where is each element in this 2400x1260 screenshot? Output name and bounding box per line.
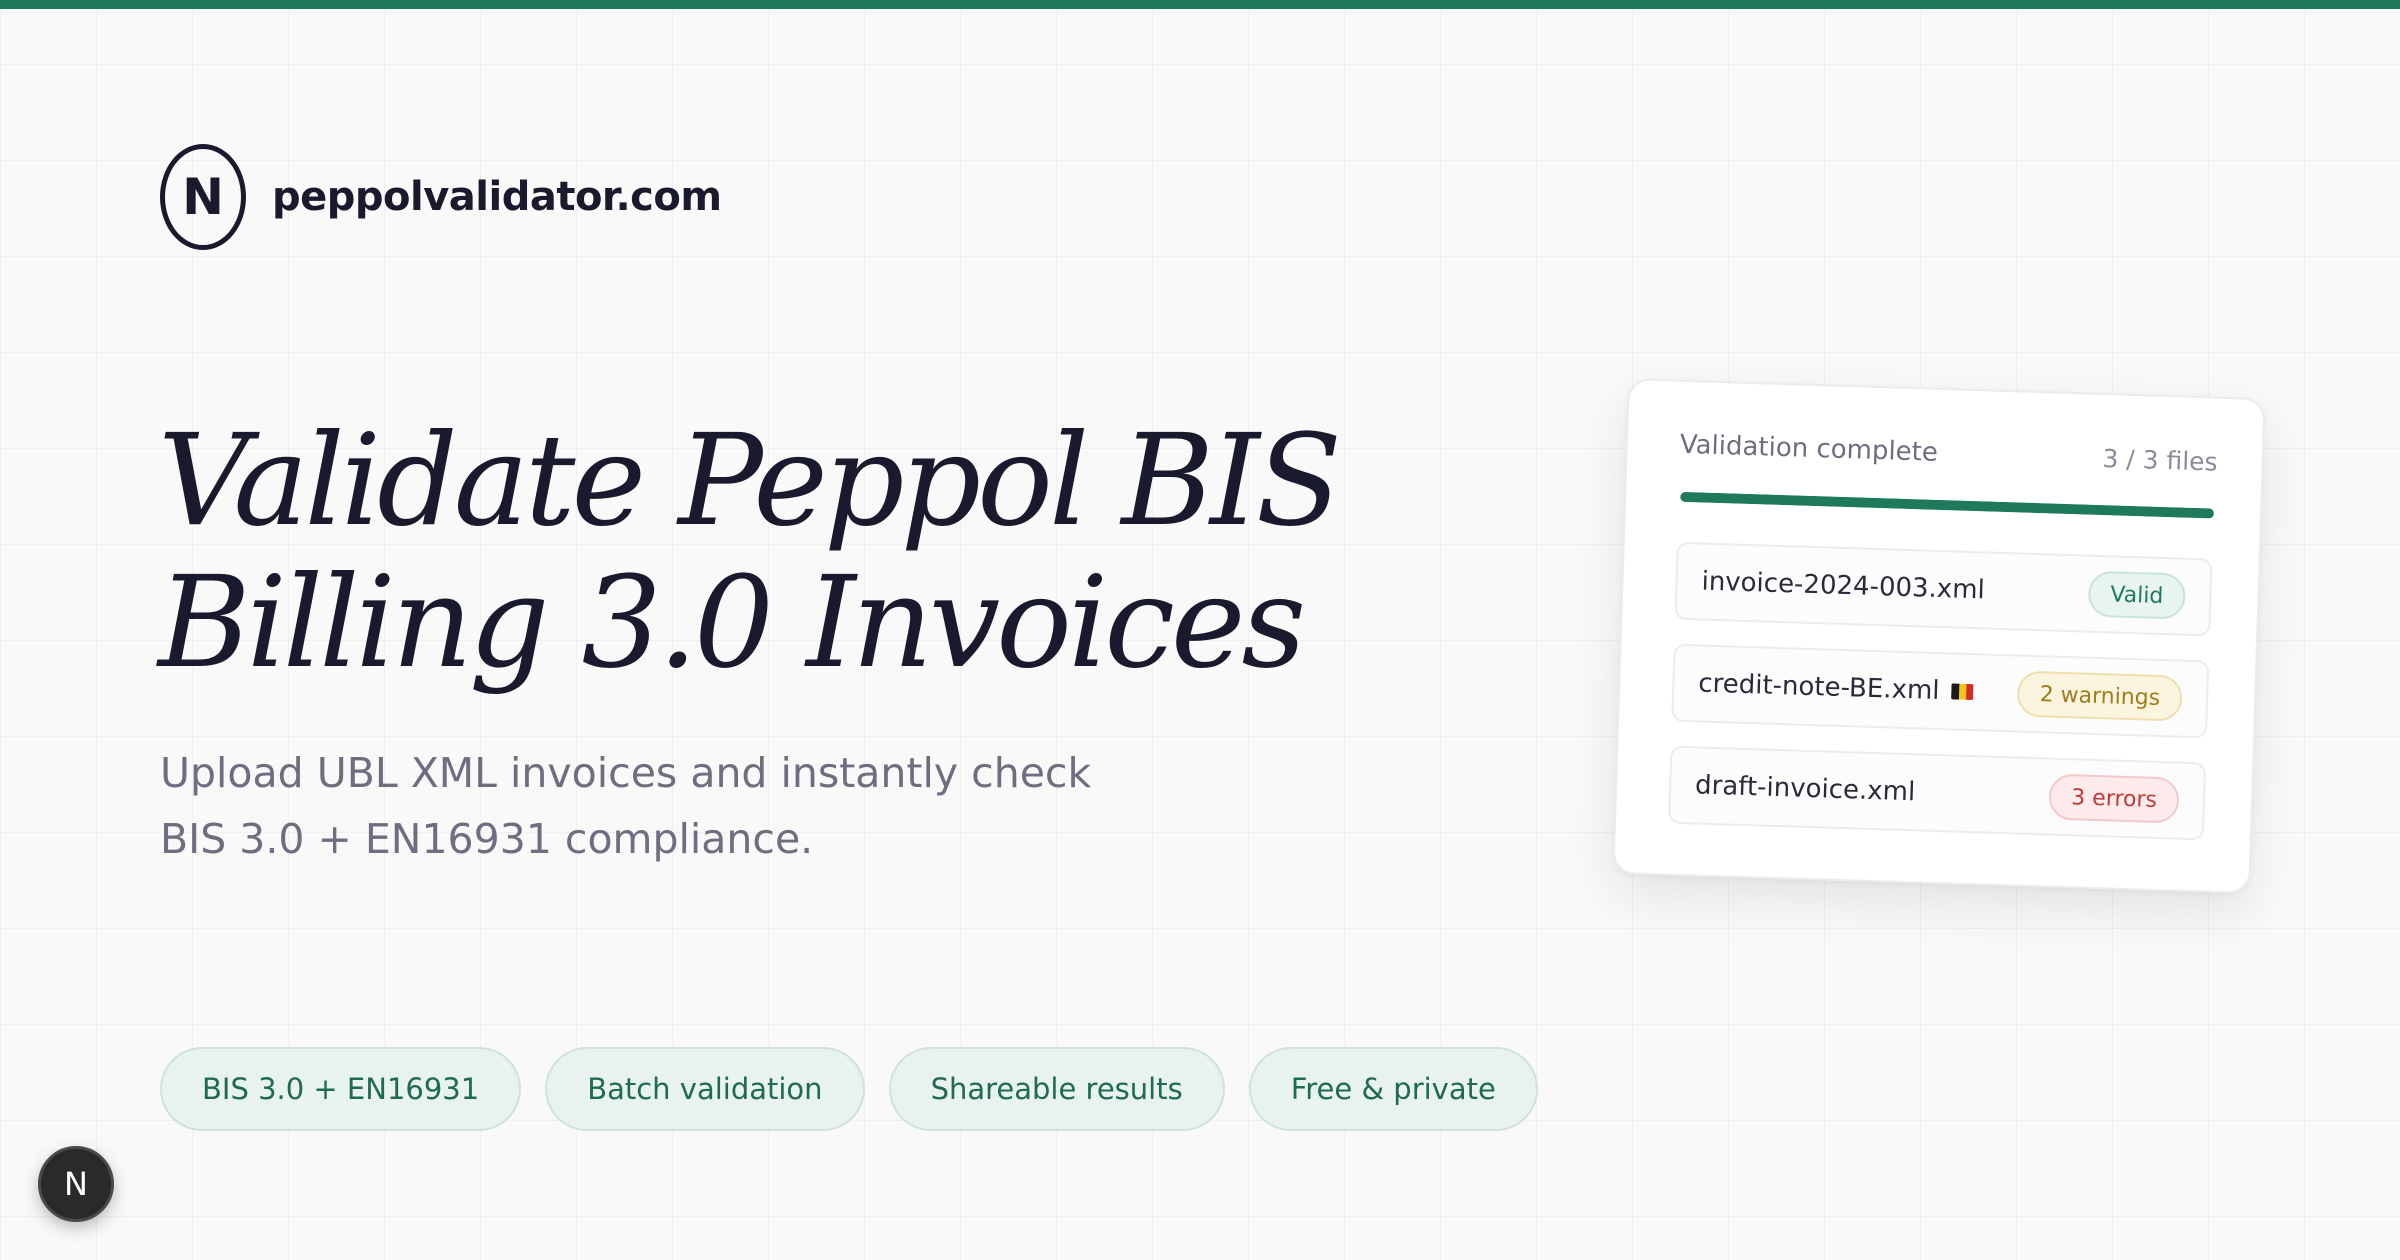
feature-pill-standards[interactable]: BIS 3.0 + EN16931 bbox=[160, 1047, 522, 1131]
status-badge-valid: Valid bbox=[2087, 570, 2187, 620]
feature-pill-batch[interactable]: Batch validation bbox=[545, 1047, 865, 1131]
file-row[interactable]: credit-note-BE.xml 2 warnings bbox=[1671, 643, 2210, 739]
brand-logo-letter: N bbox=[182, 168, 224, 226]
hero-subtitle-line-2: BIS 3.0 + EN16931 compliance. bbox=[160, 815, 814, 863]
brand-name: peppolvalidator.com bbox=[272, 174, 722, 220]
floating-n-icon: N bbox=[64, 1165, 88, 1203]
feature-pills: BIS 3.0 + EN16931 Batch validation Share… bbox=[160, 1047, 1538, 1131]
feature-pill-shareable[interactable]: Shareable results bbox=[888, 1047, 1225, 1131]
hero-subtitle-line-1: Upload UBL XML invoices and instantly ch… bbox=[160, 749, 1092, 797]
file-row[interactable]: draft-invoice.xml 3 errors bbox=[1667, 745, 2207, 841]
file-name: invoice-2024-003.xml bbox=[1701, 566, 1986, 606]
validation-card-title: Validation complete bbox=[1679, 429, 1939, 468]
hero-subtitle: Upload UBL XML invoices and instantly ch… bbox=[160, 740, 1160, 872]
validation-progress-fill bbox=[1680, 491, 2215, 519]
status-badge-warning: 2 warnings bbox=[2016, 670, 2183, 722]
hero-title-line-2: Billing 3.0 Invoices bbox=[158, 549, 1306, 696]
validation-file-count: 3 / 3 files bbox=[2102, 443, 2219, 477]
file-name: draft-invoice.xml bbox=[1694, 770, 1916, 808]
status-badge-error: 3 errors bbox=[2048, 773, 2180, 824]
brand[interactable]: N peppolvalidator.com bbox=[160, 144, 722, 250]
floating-n-button[interactable]: N bbox=[38, 1146, 114, 1222]
validation-card: Validation complete 3 / 3 files invoice-… bbox=[1612, 378, 2266, 894]
file-row[interactable]: invoice-2024-003.xml Valid bbox=[1674, 541, 2213, 637]
validation-progress-bar bbox=[1680, 491, 2215, 519]
file-name: credit-note-BE.xml bbox=[1697, 668, 1940, 707]
hero-title-line-1: Validate Peppol BIS bbox=[158, 407, 1342, 554]
brand-logo-icon: N bbox=[160, 144, 246, 250]
hero-title: Validate Peppol BIS Billing 3.0 Invoices bbox=[158, 407, 1342, 696]
belgium-flag-icon bbox=[1951, 683, 1974, 701]
top-accent-bar bbox=[0, 0, 2400, 9]
validation-card-header: Validation complete 3 / 3 files bbox=[1679, 430, 2218, 477]
feature-pill-free[interactable]: Free & private bbox=[1248, 1047, 1538, 1131]
